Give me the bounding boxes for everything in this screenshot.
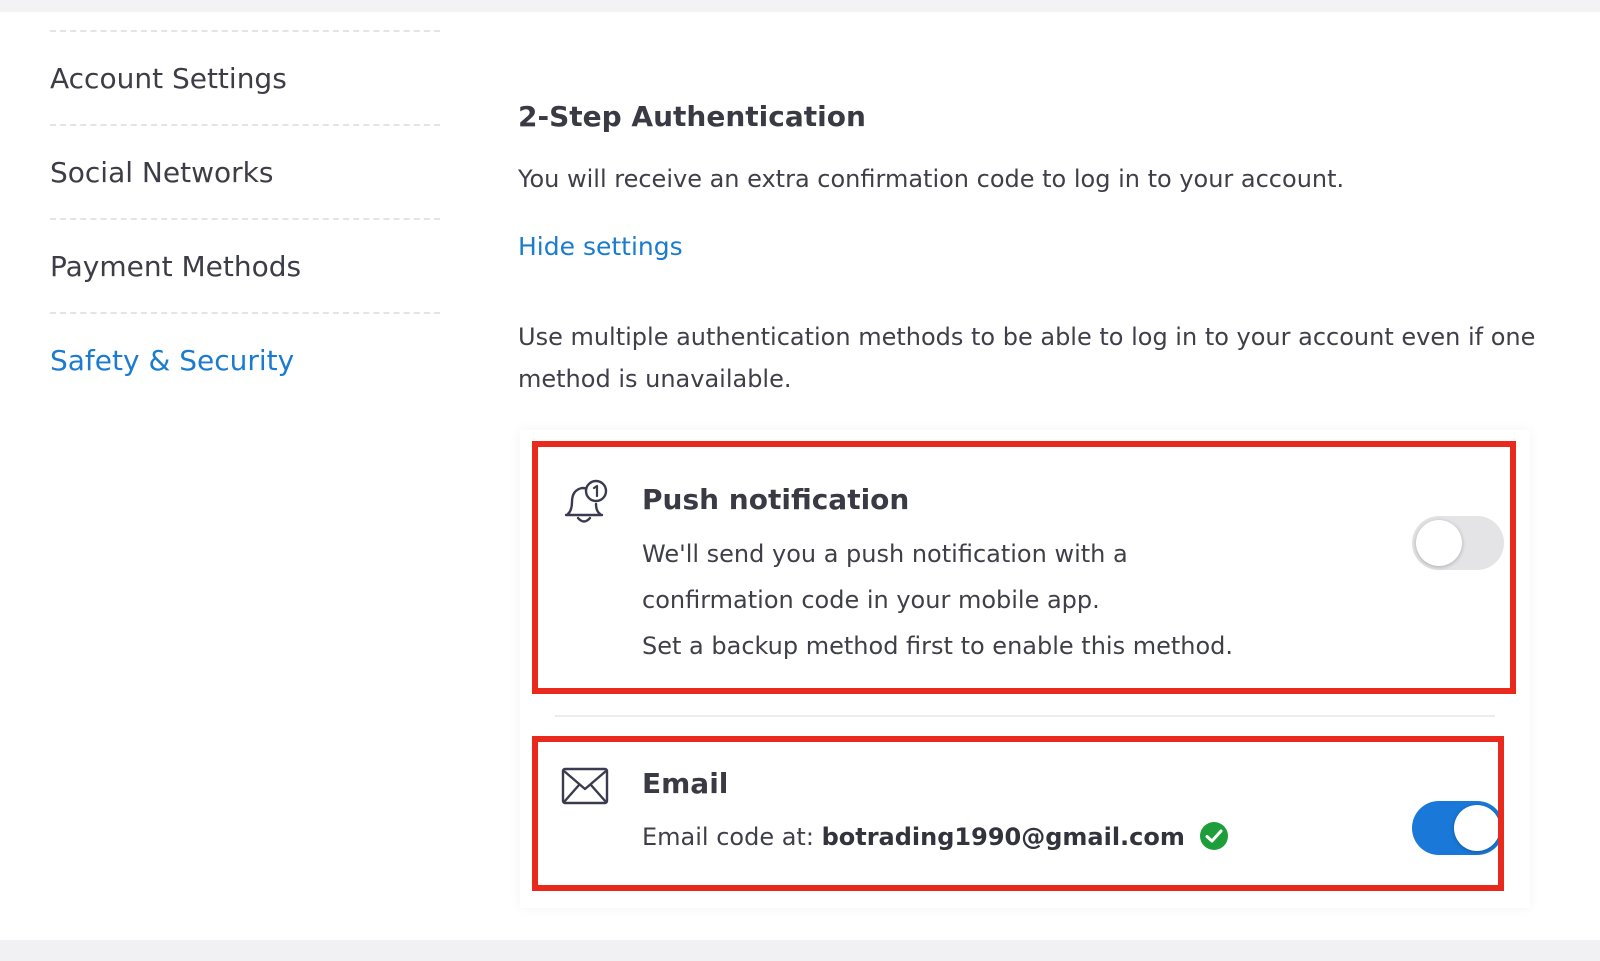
toggle-knob: [1416, 520, 1462, 566]
envelope-icon: [560, 762, 610, 812]
push-description-line: Set a backup method first to enable this…: [642, 632, 1234, 660]
section-title: 2-Step Authentication: [518, 100, 866, 133]
sidebar-item-account-settings[interactable]: Account Settings: [50, 30, 440, 124]
sidebar-item-label: Account Settings: [50, 61, 287, 95]
top-strip: [0, 0, 1600, 12]
bell-notification-icon: [560, 478, 610, 528]
two-step-auth-section: 2-Step Authentication You will receive a…: [518, 96, 1558, 400]
email-method-title: Email: [642, 767, 729, 800]
bottom-strip: [0, 940, 1600, 961]
sidebar-item-label: Safety & Security: [50, 343, 295, 377]
sidebar-item-label: Payment Methods: [50, 249, 302, 283]
push-notification-toggle[interactable]: [1412, 516, 1504, 570]
sidebar-item-label: Social Networks: [50, 155, 274, 189]
hide-settings-link[interactable]: Hide settings: [518, 228, 683, 266]
check-circle-icon: [1199, 820, 1229, 850]
email-method-description: Email code at: botrading1990@gmail.com: [642, 814, 1402, 860]
push-notification-method: Push notification We'll send you a push …: [520, 430, 1530, 715]
email-code-prefix: Email code at:: [642, 823, 814, 851]
settings-sidebar: Account Settings Social Networks Payment…: [50, 30, 440, 406]
email-method-toggle[interactable]: [1412, 801, 1504, 855]
sidebar-item-safety-security[interactable]: Safety & Security: [50, 312, 440, 406]
auth-methods-card: Push notification We'll send you a push …: [520, 430, 1530, 908]
section-description: You will receive an extra confirmation c…: [518, 165, 1345, 193]
sidebar-item-payment-methods[interactable]: Payment Methods: [50, 218, 440, 312]
push-notification-description: We'll send you a push notification with …: [642, 531, 1342, 669]
methods-intro-text: Use multiple authentication methods to b…: [518, 323, 1536, 393]
push-description-line: confirmation code in your mobile app.: [642, 586, 1100, 614]
sidebar-item-social-networks[interactable]: Social Networks: [50, 124, 440, 218]
email-method: Email Email code at: botrading1990@gmail…: [520, 717, 1530, 908]
push-description-line: We'll send you a push notification with …: [642, 540, 1128, 568]
email-address: botrading1990@gmail.com: [821, 823, 1185, 851]
toggle-knob: [1454, 805, 1500, 851]
push-notification-title: Push notification: [642, 483, 910, 516]
